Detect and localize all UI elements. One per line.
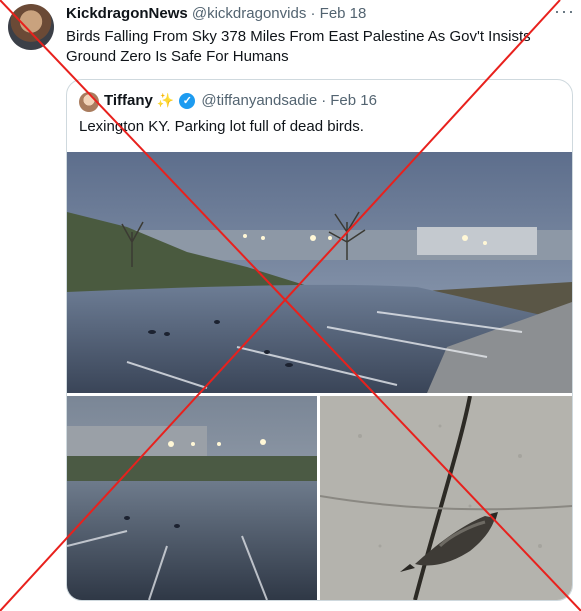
tweet-text: Birds Falling From Sky 378 Miles From Ea…: [66, 28, 531, 65]
separator-dot: ·: [310, 5, 316, 22]
quoted-tweet[interactable]: Tiffany ✨ ✓ @tiffanyandsadie · Feb 16 Le…: [66, 79, 573, 601]
quoted-tweet-text: Lexington KY. Parking lot full of dead b…: [79, 118, 364, 135]
tweet-header: KickdragonNews @kickdragonvids · Feb 18: [66, 5, 366, 22]
verified-badge-icon: ✓: [179, 92, 196, 109]
photo-dead-bird-closeup[interactable]: [320, 396, 572, 600]
quoted-author-avatar[interactable]: [79, 92, 99, 112]
author-handle[interactable]: @kickdragonvids: [192, 5, 306, 22]
tweet-date[interactable]: Feb 18: [320, 5, 367, 22]
quoted-tweet-header: Tiffany ✨ ✓ @tiffanyandsadie · Feb 16: [104, 92, 377, 109]
author-avatar[interactable]: [8, 4, 54, 50]
author-name[interactable]: KickdragonNews: [66, 5, 188, 22]
quoted-author-name[interactable]: Tiffany: [104, 92, 153, 109]
separator-dot: ·: [321, 92, 327, 109]
photo-parking-lot-wide[interactable]: [67, 152, 572, 393]
quoted-author-handle[interactable]: @tiffanyandsadie: [201, 92, 317, 109]
quoted-tweet-date[interactable]: Feb 16: [330, 92, 377, 109]
more-icon[interactable]: ···: [554, 1, 575, 22]
photo-parking-lot-lights[interactable]: [67, 396, 317, 600]
sparkle-emoji-icon: ✨: [156, 92, 175, 108]
tweet[interactable]: KickdragonNews @kickdragonvids · Feb 18 …: [0, 0, 581, 611]
